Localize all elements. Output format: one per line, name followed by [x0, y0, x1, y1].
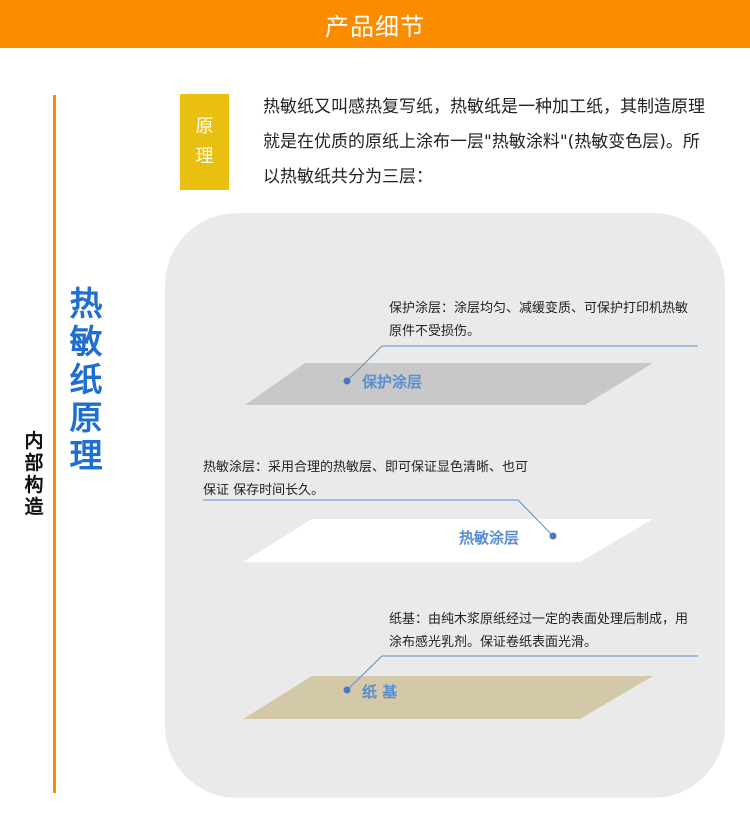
thermal-layer-sheet [243, 519, 653, 562]
protective-layer-sheet [245, 363, 653, 405]
thermal-layer-label: 热敏涂层 [459, 529, 520, 547]
thermal-layer-dot [549, 532, 557, 540]
protective-layer-desc: 保护涂层：涂层均匀、减缓变质、可保护打印机热敏原件不受损伤。 [389, 301, 689, 339]
paper-base-desc: 纸基：由纯木浆原纸经过一定的表面处理后制成，用涂布感光乳剂。保证卷纸表面光滑。 [389, 612, 689, 650]
protective-layer-dot [343, 377, 351, 385]
protective-layer-label: 保护涂层 [362, 373, 423, 391]
thermal-layer-desc: 热敏涂层：采用合理的热敏层、即可保证显色清晰、也可保证 保存时间长久。 [203, 460, 529, 498]
paper-base-sheet [243, 676, 653, 719]
paper-base-dot [343, 686, 351, 694]
paper-base-label: 纸 基 [362, 683, 398, 701]
